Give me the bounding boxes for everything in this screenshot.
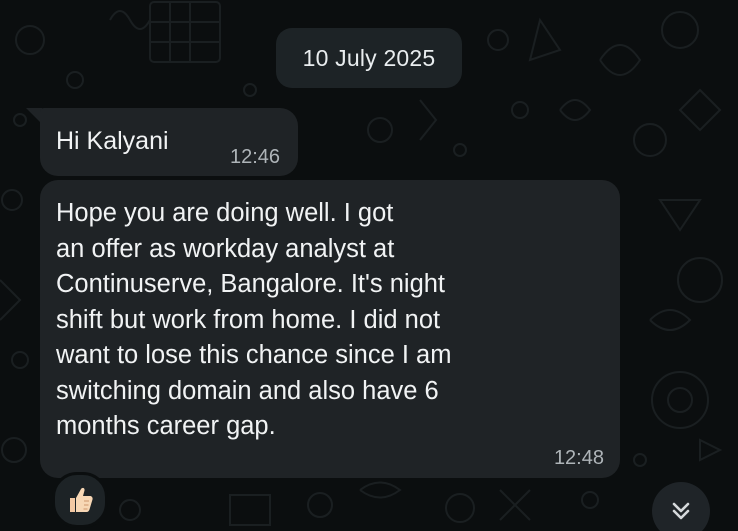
message-timestamp: 12:48 bbox=[553, 447, 604, 469]
message-text: Hi Kalyani bbox=[56, 127, 169, 155]
message-bubble[interactable]: Hi Kalyani 12:46 bbox=[40, 108, 298, 176]
scroll-to-bottom-button[interactable] bbox=[652, 482, 710, 531]
double-chevron-down-icon bbox=[672, 502, 690, 520]
message-bubble[interactable]: Hope you are doing well. I got an offer … bbox=[40, 180, 620, 478]
date-label: 10 July 2025 bbox=[302, 44, 436, 71]
thumbs-up-icon bbox=[70, 487, 93, 512]
message-timestamp: 12:46 bbox=[230, 146, 281, 168]
message-reaction[interactable] bbox=[52, 472, 108, 528]
date-divider: 10 July 2025 bbox=[276, 28, 462, 88]
chat-view: 10 July 2025 Hi Kalyani 12:46 Hope you a… bbox=[0, 0, 738, 531]
message-text: Hope you are doing well. I got an offer … bbox=[56, 199, 452, 440]
